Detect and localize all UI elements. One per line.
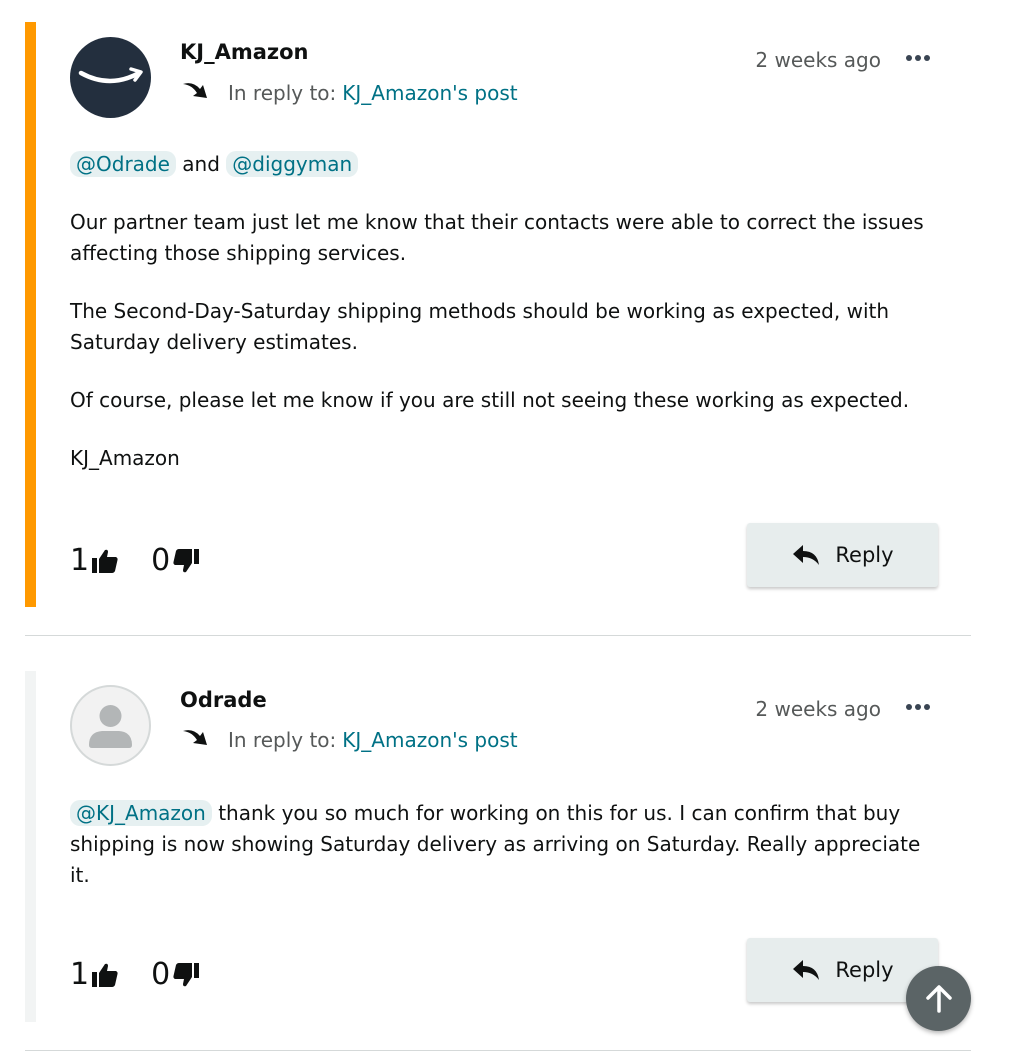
- thumbs-down-icon[interactable]: [172, 961, 200, 989]
- vote-bar: 1 0: [70, 957, 200, 992]
- mention-diggyman[interactable]: @diggyman: [226, 151, 359, 177]
- amazon-smile-logo-icon: [78, 67, 143, 84]
- mention-odrade[interactable]: @Odrade: [70, 151, 176, 177]
- avatar[interactable]: [70, 37, 151, 118]
- body-paragraph: Of course, please let me know if you are…: [70, 388, 910, 412]
- mentions-line: @Odrade and @diggyman: [70, 149, 940, 180]
- thumbs-up-icon[interactable]: [91, 961, 119, 989]
- user-silhouette-icon: [89, 705, 132, 748]
- thumbs-up-icon[interactable]: [91, 547, 119, 575]
- body-paragraph: Our partner team just let me know that t…: [70, 210, 924, 265]
- like-count: 1: [70, 543, 90, 578]
- author-name[interactable]: KJ_Amazon: [180, 40, 309, 64]
- reply-arrow-icon: [793, 960, 820, 980]
- post-timestamp: 2 weeks ago: [755, 697, 881, 721]
- vote-bar: 1 0: [70, 543, 200, 578]
- post-divider: [25, 635, 971, 636]
- post-accent-bar: [25, 671, 36, 1022]
- post-odrade: Odrade In reply to: KJ_Amazon's post 2 w…: [25, 671, 971, 1022]
- post-timestamp: 2 weeks ago: [755, 48, 881, 72]
- dislike-count: 0: [151, 957, 171, 992]
- post-kj-amazon: KJ_Amazon In reply to: KJ_Amazon's post …: [25, 22, 971, 607]
- body-paragraph: The Second-Day-Saturday shipping methods…: [70, 299, 890, 354]
- ellipsis-icon[interactable]: [905, 53, 931, 63]
- forum-thread: KJ_Amazon In reply to: KJ_Amazon's post …: [0, 0, 1014, 1055]
- reply-button[interactable]: Reply: [747, 523, 938, 587]
- reply-label: Reply: [835, 958, 894, 982]
- reply-post-link[interactable]: KJ_Amazon's post: [342, 728, 517, 752]
- signature: KJ_Amazon: [70, 446, 180, 470]
- reply-prefix: In reply to:: [228, 728, 337, 752]
- reply-context: In reply to: KJ_Amazon's post: [180, 727, 518, 753]
- reply-context: In reply to: KJ_Amazon's post: [180, 80, 518, 106]
- avatar[interactable]: [70, 685, 151, 766]
- post-body: @Odrade and @diggyman Our partner team j…: [70, 149, 940, 474]
- curved-arrow-icon: [183, 83, 207, 98]
- ellipsis-icon[interactable]: [905, 702, 931, 712]
- reply-prefix: In reply to:: [228, 81, 337, 105]
- arrow-up-icon: [925, 984, 952, 1013]
- dislike-count: 0: [151, 543, 171, 578]
- reply-arrow-icon: [793, 545, 820, 565]
- scroll-to-top-button[interactable]: [906, 966, 971, 1031]
- post-body: @KJ_Amazon thank you so much for working…: [70, 798, 940, 891]
- mention-and: and: [182, 152, 220, 176]
- post-divider: [25, 1050, 971, 1051]
- staff-accent-bar: [25, 22, 36, 607]
- thumbs-down-icon[interactable]: [172, 547, 200, 575]
- mention-kj-amazon[interactable]: @KJ_Amazon: [70, 800, 212, 826]
- body-paragraph: @KJ_Amazon thank you so much for working…: [70, 798, 940, 891]
- reply-label: Reply: [835, 543, 894, 567]
- curved-arrow-icon: [183, 730, 207, 745]
- like-count: 1: [70, 957, 90, 992]
- author-name[interactable]: Odrade: [180, 688, 267, 712]
- reply-post-link[interactable]: KJ_Amazon's post: [342, 81, 517, 105]
